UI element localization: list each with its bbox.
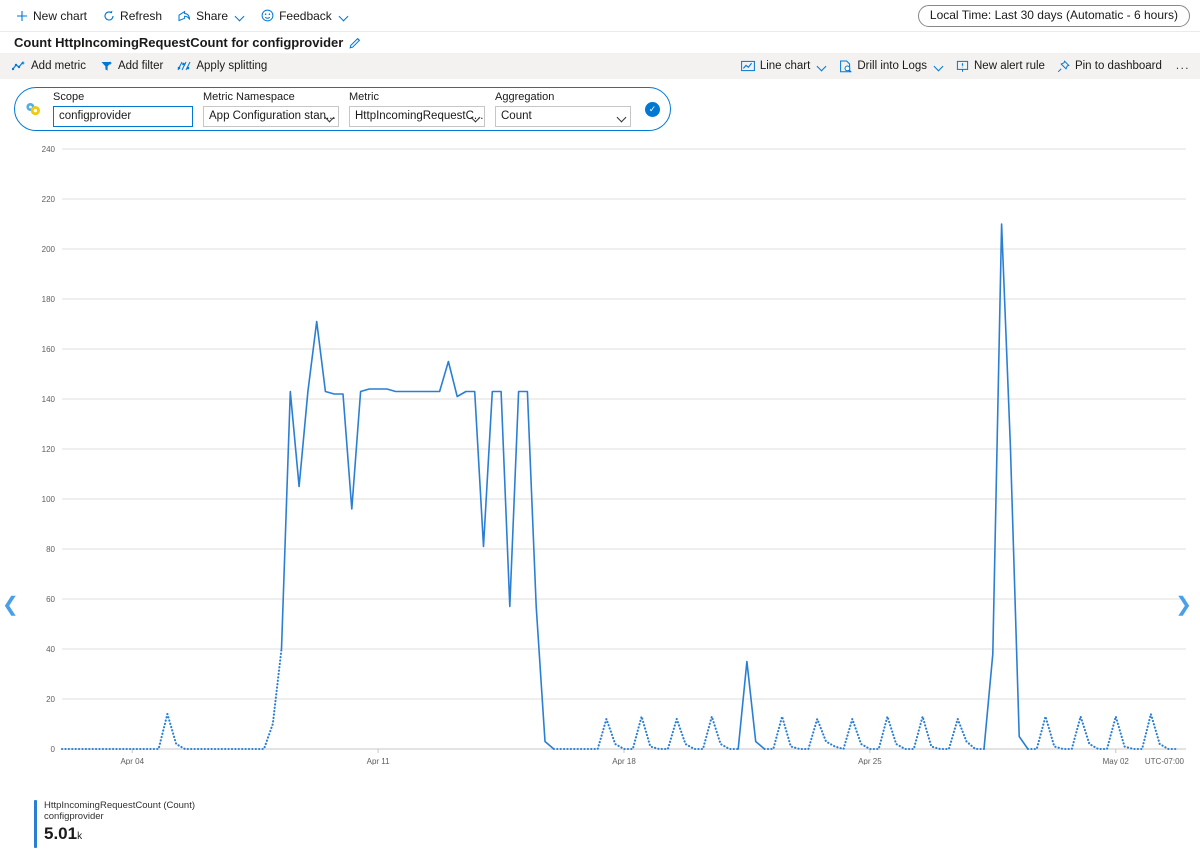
new-alert-rule-label: New alert rule bbox=[974, 60, 1045, 72]
chart-canvas-area: 0 20 40 60 80 100 120 140 160 180 200 220 240 Apr 04 A… bbox=[0, 135, 1200, 770]
alert-icon bbox=[956, 60, 969, 73]
page-title: Count HttpIncomingRequestCount for confi… bbox=[14, 35, 343, 50]
svg-text:240: 240 bbox=[42, 145, 56, 154]
share-label: Share bbox=[196, 9, 228, 23]
svg-text:60: 60 bbox=[46, 595, 55, 604]
scope-input[interactable]: configprovider bbox=[53, 106, 193, 127]
namespace-field: Metric Namespace App Configuration stan.… bbox=[203, 91, 339, 127]
svg-text:40: 40 bbox=[46, 645, 55, 654]
svg-text:100: 100 bbox=[42, 495, 56, 504]
command-bar: New chart Refresh Share Feedback Local T… bbox=[0, 0, 1200, 31]
pin-icon bbox=[1057, 60, 1070, 73]
legend-series-label: HttpIncomingRequestCount (Count) bbox=[44, 800, 195, 811]
apply-splitting-label: Apply splitting bbox=[196, 60, 267, 72]
share-icon bbox=[178, 10, 191, 22]
chart-title-row: Count HttpIncomingRequestCount for confi… bbox=[0, 31, 1200, 53]
svg-text:180: 180 bbox=[42, 295, 56, 304]
more-options-button[interactable]: ... bbox=[1174, 60, 1192, 72]
metric-value: HttpIncomingRequestC... bbox=[355, 107, 483, 126]
check-icon[interactable]: ✓ bbox=[645, 102, 660, 117]
svg-text:140: 140 bbox=[42, 395, 56, 404]
legend-value-suffix: k bbox=[77, 831, 82, 842]
splitting-icon bbox=[177, 60, 191, 72]
chevron-down-icon bbox=[339, 11, 349, 21]
drill-into-logs-label: Drill into Logs bbox=[857, 60, 927, 72]
plus-icon bbox=[16, 10, 28, 22]
svg-text:May 02: May 02 bbox=[1103, 757, 1130, 765]
metric-select[interactable]: HttpIncomingRequestC... bbox=[349, 106, 485, 127]
legend-value-number: 5.01 bbox=[44, 824, 77, 843]
smiley-icon bbox=[261, 9, 274, 22]
apply-splitting-button[interactable]: Apply splitting bbox=[177, 60, 267, 72]
metric-query-pill: Scope configprovider Metric Namespace Ap… bbox=[14, 87, 671, 131]
chevron-down-icon bbox=[817, 61, 827, 71]
time-range-picker[interactable]: Local Time: Last 30 days (Automatic - 6 … bbox=[918, 5, 1190, 27]
svg-text:UTC-07:00: UTC-07:00 bbox=[1145, 757, 1185, 765]
chart-legend[interactable]: HttpIncomingRequestCount (Count) configp… bbox=[34, 800, 195, 848]
svg-text:Apr 18: Apr 18 bbox=[612, 757, 636, 765]
feedback-button[interactable]: Feedback bbox=[255, 6, 355, 26]
pin-to-dashboard-label: Pin to dashboard bbox=[1075, 60, 1162, 72]
metric-toolbar: Add metric Add filter Apply splitting bbox=[0, 53, 1200, 79]
chevron-down-icon bbox=[934, 61, 944, 71]
add-metric-icon bbox=[12, 60, 26, 72]
svg-text:Apr 25: Apr 25 bbox=[858, 757, 882, 765]
add-filter-button[interactable]: Add filter bbox=[100, 60, 163, 72]
aggregation-select[interactable]: Count bbox=[495, 106, 631, 127]
chevron-down-icon bbox=[235, 11, 245, 21]
chevron-right-icon[interactable]: ❯ bbox=[1175, 595, 1192, 615]
metric-label: Metric bbox=[349, 91, 485, 104]
namespace-label: Metric Namespace bbox=[203, 91, 339, 104]
feedback-label: Feedback bbox=[279, 9, 332, 23]
metrics-line-chart[interactable]: 0 20 40 60 80 100 120 140 160 180 200 220 240 Apr 04 A… bbox=[0, 135, 1200, 765]
chart-type-button[interactable]: Line chart bbox=[741, 60, 828, 72]
svg-text:20: 20 bbox=[46, 695, 55, 704]
pin-to-dashboard-button[interactable]: Pin to dashboard bbox=[1057, 60, 1162, 73]
scope-label: Scope bbox=[53, 91, 193, 104]
chevron-left-icon[interactable]: ❮ bbox=[2, 595, 19, 615]
filter-icon bbox=[100, 60, 113, 72]
legend-resource-label: configprovider bbox=[44, 811, 195, 822]
chevron-down-icon bbox=[617, 113, 627, 123]
aggregation-value: Count bbox=[501, 107, 532, 126]
namespace-value: App Configuration stan... bbox=[209, 107, 336, 126]
svg-text:200: 200 bbox=[42, 245, 56, 254]
refresh-label: Refresh bbox=[120, 9, 162, 23]
svg-text:220: 220 bbox=[42, 195, 56, 204]
new-alert-rule-button[interactable]: New alert rule bbox=[956, 60, 1045, 73]
line-chart-icon bbox=[741, 60, 755, 72]
refresh-button[interactable]: Refresh bbox=[97, 6, 168, 26]
svg-text:160: 160 bbox=[42, 345, 56, 354]
app-configuration-icon bbox=[23, 100, 43, 119]
svg-text:120: 120 bbox=[42, 445, 56, 454]
svg-text:0: 0 bbox=[51, 745, 56, 754]
metrics-page: New chart Refresh Share Feedback Local T… bbox=[0, 0, 1200, 850]
logs-icon bbox=[839, 60, 852, 73]
namespace-select[interactable]: App Configuration stan... bbox=[203, 106, 339, 127]
legend-value: 5.01k bbox=[44, 823, 195, 848]
aggregation-label: Aggregation bbox=[495, 91, 631, 104]
add-filter-label: Add filter bbox=[118, 60, 163, 72]
svg-text:80: 80 bbox=[46, 545, 55, 554]
query-pill-row: Scope configprovider Metric Namespace Ap… bbox=[0, 79, 1200, 131]
svg-text:Apr 04: Apr 04 bbox=[120, 757, 144, 765]
new-chart-label: New chart bbox=[33, 9, 87, 23]
add-metric-button[interactable]: Add metric bbox=[12, 60, 86, 72]
chart-type-label: Line chart bbox=[760, 60, 811, 72]
scope-field: Scope configprovider bbox=[53, 91, 193, 127]
new-chart-button[interactable]: New chart bbox=[10, 6, 93, 26]
share-button[interactable]: Share bbox=[172, 6, 251, 26]
pencil-icon[interactable] bbox=[349, 36, 362, 49]
metric-field: Metric HttpIncomingRequestC... bbox=[349, 91, 485, 127]
aggregation-field: Aggregation Count bbox=[495, 91, 631, 127]
svg-text:Apr 11: Apr 11 bbox=[367, 757, 391, 765]
add-metric-label: Add metric bbox=[31, 60, 86, 72]
refresh-icon bbox=[103, 10, 115, 22]
drill-into-logs-button[interactable]: Drill into Logs bbox=[839, 60, 944, 73]
legend-color-swatch bbox=[34, 800, 37, 848]
